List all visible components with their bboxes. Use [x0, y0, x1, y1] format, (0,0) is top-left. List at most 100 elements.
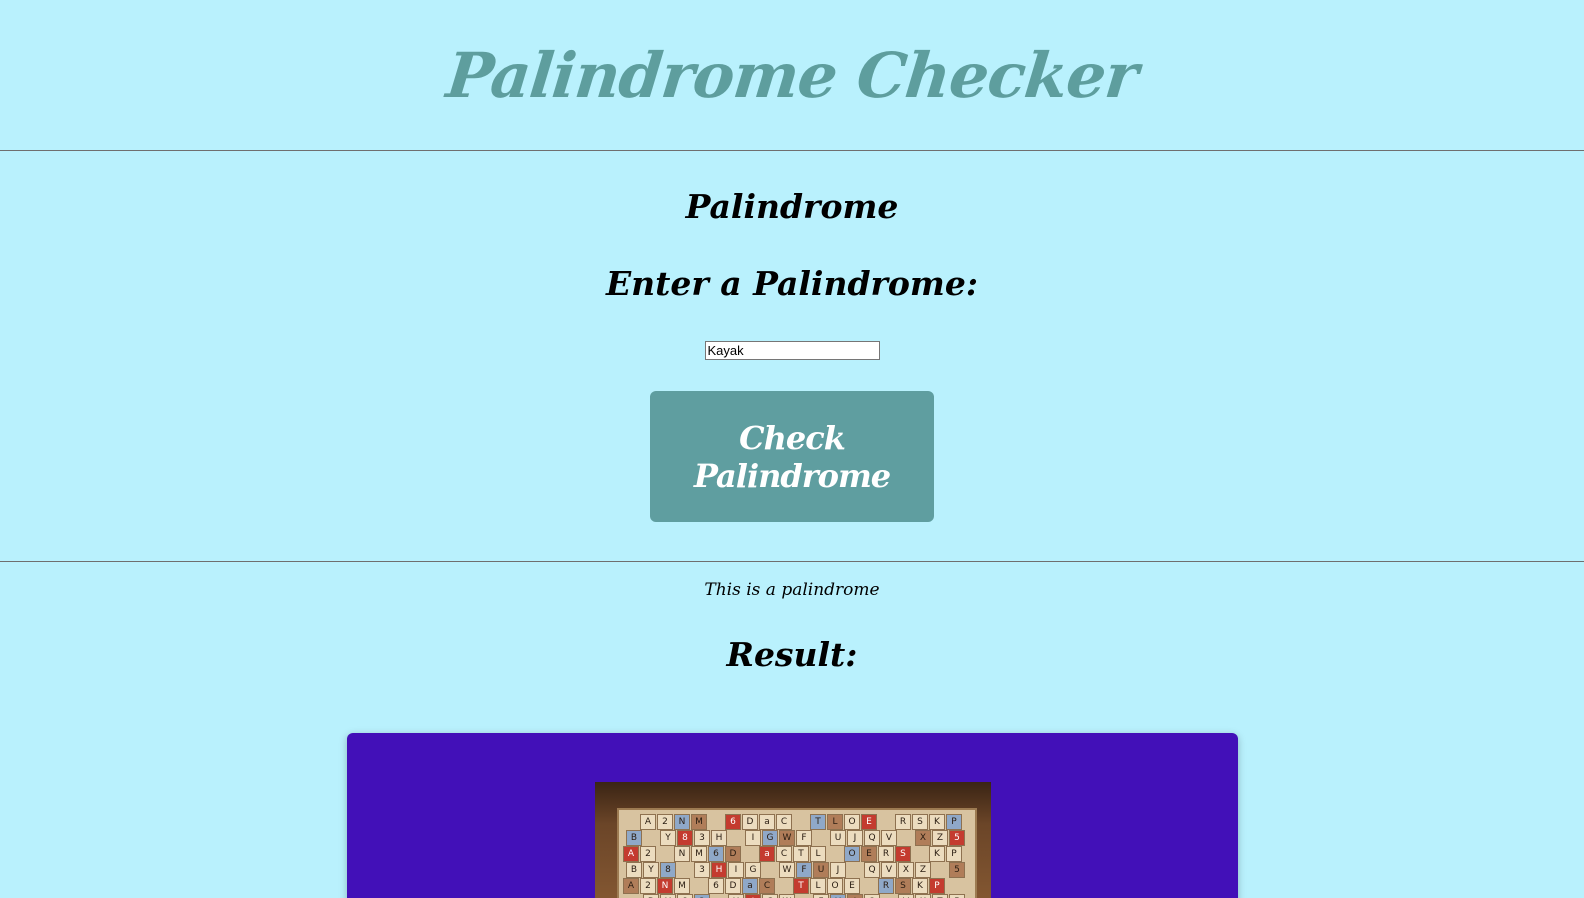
- letter-tile: A: [623, 846, 639, 862]
- letter-tile: Y: [660, 830, 676, 846]
- letter-tile: W: [779, 862, 795, 878]
- letter-tile: 3: [694, 862, 710, 878]
- letter-tile: Z: [932, 894, 948, 898]
- letter-tile: M: [691, 814, 707, 830]
- letter-tile: K: [929, 814, 945, 830]
- letter-tile: 6: [708, 846, 724, 862]
- page-header: Palindrome Checker: [0, 0, 1584, 150]
- check-palindrome-button[interactable]: Check Palindrome: [650, 391, 934, 522]
- letter-tile: A: [623, 878, 639, 894]
- letter-tile: J: [847, 830, 863, 846]
- letter-tile: 2: [640, 846, 656, 862]
- result-message: This is a palindrome: [704, 580, 880, 600]
- letter-tile: E: [861, 814, 877, 830]
- letter-tile: B: [626, 830, 642, 846]
- letter-tiles-image: A2NM6DaCTLOERSKPBY83HIGWFUJQVXZ5A2NM6DaC…: [595, 782, 991, 898]
- letter-tile: L: [810, 846, 826, 862]
- letter-tile: T: [793, 878, 809, 894]
- letter-tile: N: [657, 878, 673, 894]
- letter-tile: O: [827, 878, 843, 894]
- letter-tile: B: [643, 894, 659, 898]
- letter-tile: X: [915, 830, 931, 846]
- header-divider: [0, 150, 1584, 151]
- letter-tile: C: [776, 814, 792, 830]
- letter-tile: H: [711, 862, 727, 878]
- letter-tile: X: [898, 862, 914, 878]
- input-container: [0, 341, 1584, 360]
- letter-tile: I: [728, 862, 744, 878]
- letter-tile: M: [691, 846, 707, 862]
- letter-tile: a: [759, 814, 775, 830]
- letter-tile: X: [915, 894, 931, 898]
- letter-tile: V: [881, 862, 897, 878]
- letter-tile: R: [895, 814, 911, 830]
- letter-tile: E: [861, 846, 877, 862]
- letter-tile: 2: [657, 814, 673, 830]
- letter-tile: D: [725, 878, 741, 894]
- letter-tile: F: [796, 862, 812, 878]
- letter-tile: L: [827, 814, 843, 830]
- letter-tile: D: [725, 846, 741, 862]
- section-divider: [0, 561, 1584, 562]
- letter-tile: R: [878, 878, 894, 894]
- letter-tile: F: [796, 830, 812, 846]
- letter-tile: J: [847, 894, 863, 898]
- tile-board: A2NM6DaCTLOERSKPBY83HIGWFUJQVXZ5A2NM6DaC…: [617, 808, 977, 898]
- letter-tile: Y: [660, 894, 676, 898]
- letter-tile: I: [745, 830, 761, 846]
- letter-tile: W: [779, 830, 795, 846]
- letter-tile: Z: [932, 830, 948, 846]
- letter-tile: P: [946, 846, 962, 862]
- letter-tile: 8: [660, 862, 676, 878]
- letter-tile: G: [762, 830, 778, 846]
- letter-tile: 3: [694, 830, 710, 846]
- letter-tile: Q: [864, 862, 880, 878]
- palindrome-input[interactable]: [704, 341, 880, 360]
- letter-tile: S: [912, 814, 928, 830]
- letter-tile: a: [759, 846, 775, 862]
- letter-tile: P: [929, 878, 945, 894]
- letter-tile: J: [830, 862, 846, 878]
- letter-tile: M: [674, 878, 690, 894]
- letter-tile: 8: [677, 894, 693, 898]
- letter-tile: L: [810, 878, 826, 894]
- input-label: Enter a Palindrome:: [605, 264, 979, 303]
- letter-tile: Y: [643, 862, 659, 878]
- letter-tile: T: [810, 814, 826, 830]
- letter-tile: 6: [725, 814, 741, 830]
- letter-tile: V: [881, 830, 897, 846]
- letter-tile: Q: [864, 830, 880, 846]
- app-title: Palindrome Checker: [443, 38, 1141, 112]
- letter-tile: R: [878, 846, 894, 862]
- letter-tile: D: [742, 814, 758, 830]
- letter-tile: S: [895, 846, 911, 862]
- letter-tile: S: [895, 878, 911, 894]
- letter-tile: K: [929, 846, 945, 862]
- letter-tile: C: [759, 878, 775, 894]
- letter-tile: G: [762, 894, 778, 898]
- letter-tile: 2: [640, 878, 656, 894]
- letter-tile: O: [844, 846, 860, 862]
- letter-tile: 5: [949, 862, 965, 878]
- result-title: Result:: [726, 635, 858, 674]
- section-title: Palindrome: [685, 187, 899, 226]
- letter-tile: N: [674, 846, 690, 862]
- letter-tile: V: [898, 894, 914, 898]
- letter-tile: A: [640, 814, 656, 830]
- result-panel: A2NM6DaCTLOERSKPBY83HIGWFUJQVXZ5A2NM6DaC…: [347, 733, 1238, 898]
- letter-tile: P: [946, 814, 962, 830]
- letter-tile: H: [711, 830, 727, 846]
- letter-tile: Z: [915, 862, 931, 878]
- letter-tile: I: [745, 894, 761, 898]
- letter-tile: B: [626, 862, 642, 878]
- letter-tile: O: [844, 814, 860, 830]
- letter-tile: K: [912, 878, 928, 894]
- letter-tile: 5: [949, 894, 965, 898]
- letter-tile: W: [779, 894, 795, 898]
- letter-tile: 3: [694, 894, 710, 898]
- letter-tile: H: [728, 894, 744, 898]
- letter-tile: 8: [677, 830, 693, 846]
- letter-tile: U: [830, 894, 846, 898]
- letter-tile: T: [793, 846, 809, 862]
- letter-tile: F: [813, 894, 829, 898]
